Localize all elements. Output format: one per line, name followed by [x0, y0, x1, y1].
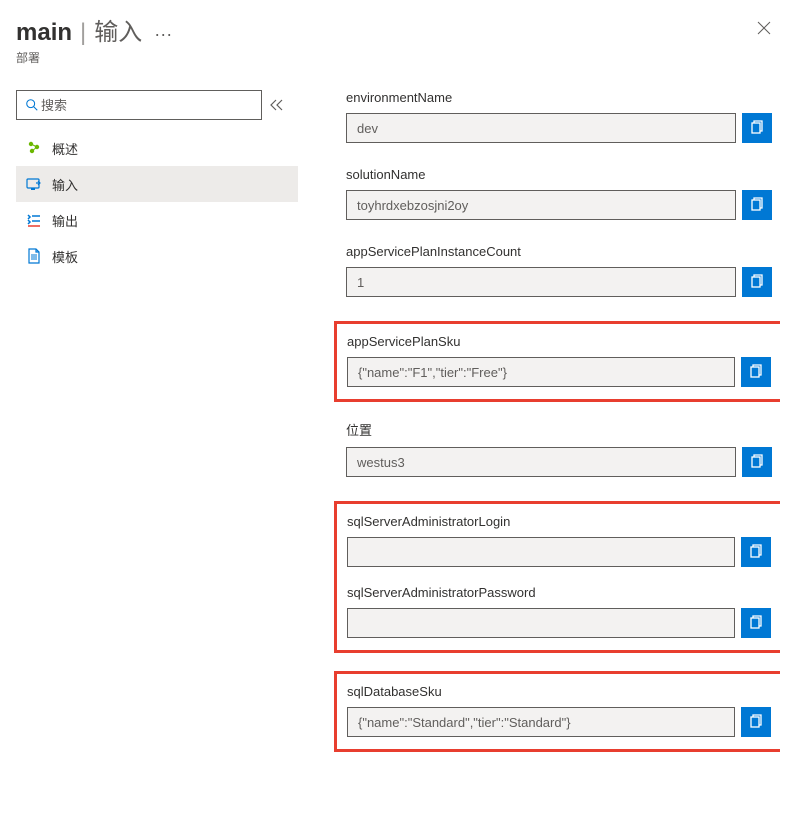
sidebar-item-overview[interactable]: 概述 — [16, 130, 298, 166]
copy-button-solutionName[interactable] — [742, 190, 772, 220]
copy-icon — [748, 544, 764, 560]
copy-icon — [749, 197, 765, 213]
field-label-location: 位置 — [346, 420, 772, 439]
inputs-icon — [26, 176, 42, 192]
field-label-sqlDatabaseSku: sqlDatabaseSku — [347, 684, 771, 699]
page-subtitle: 部署 — [16, 49, 176, 66]
field-value-sqlServerAdministratorLogin — [347, 537, 735, 567]
field-label-sqlServerAdministratorLogin: sqlServerAdministratorLogin — [347, 514, 771, 529]
copy-button-sqlDatabaseSku[interactable] — [741, 707, 771, 737]
copy-icon — [749, 274, 765, 290]
copy-icon — [748, 714, 764, 730]
overview-icon — [26, 140, 42, 156]
copy-button-appServicePlanInstanceCount[interactable] — [742, 267, 772, 297]
outputs-icon — [26, 212, 42, 228]
field-label-sqlServerAdministratorPassword: sqlServerAdministratorPassword — [347, 585, 771, 600]
field-value-sqlServerAdministratorPassword — [347, 608, 735, 638]
page-title-separator: | — [80, 19, 86, 47]
field-value-environmentName: dev — [346, 113, 736, 143]
collapse-sidebar-button[interactable] — [270, 99, 290, 111]
sidebar-item-label: 模板 — [52, 247, 78, 266]
field-label-solutionName: solutionName — [346, 167, 772, 182]
search-box[interactable] — [16, 90, 262, 120]
field-value-sqlDatabaseSku: {"name":"Standard","tier":"Standard"} — [347, 707, 735, 737]
close-icon — [757, 21, 771, 35]
page-title-main: main — [16, 19, 72, 47]
copy-icon — [749, 454, 765, 470]
sidebar-item-outputs[interactable]: 输出 — [16, 202, 298, 238]
template-icon — [26, 248, 42, 264]
copy-icon — [748, 615, 764, 631]
field-value-solutionName: toyhrdxebzosjni2oy — [346, 190, 736, 220]
sidebar-item-label: 输出 — [52, 211, 78, 230]
field-label-appServicePlanInstanceCount: appServicePlanInstanceCount — [346, 244, 772, 259]
field-value-appServicePlanInstanceCount: 1 — [346, 267, 736, 297]
field-value-location: westus3 — [346, 447, 736, 477]
sidebar-item-template[interactable]: 模板 — [16, 238, 298, 274]
field-label-appServicePlanSku: appServicePlanSku — [347, 334, 771, 349]
copy-icon — [748, 364, 764, 380]
more-menu-button[interactable]: ··· — [150, 24, 176, 45]
sidebar-item-inputs[interactable]: 输入 — [16, 166, 298, 202]
copy-icon — [749, 120, 765, 136]
copy-button-location[interactable] — [742, 447, 772, 477]
search-input[interactable] — [39, 97, 253, 114]
field-value-appServicePlanSku: {"name":"F1","tier":"Free"} — [347, 357, 735, 387]
field-label-environmentName: environmentName — [346, 90, 772, 105]
page-title-section: 输入 — [94, 12, 142, 47]
copy-button-environmentName[interactable] — [742, 113, 772, 143]
search-icon — [25, 98, 39, 112]
copy-button-sqlServerAdministratorPassword[interactable] — [741, 608, 771, 638]
sidebar-item-label: 概述 — [52, 139, 78, 158]
chevron-double-left-icon — [270, 99, 284, 111]
copy-button-appServicePlanSku[interactable] — [741, 357, 771, 387]
close-button[interactable] — [748, 12, 780, 44]
sidebar-item-label: 输入 — [52, 175, 78, 194]
copy-button-sqlServerAdministratorLogin[interactable] — [741, 537, 771, 567]
